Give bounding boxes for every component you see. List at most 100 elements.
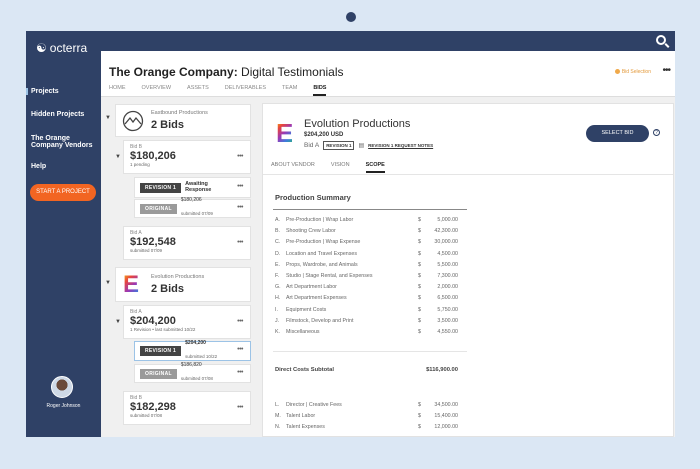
request-notes-link[interactable]: REVISION 1 REQUEST NOTES xyxy=(368,143,433,148)
app-screen: ☯ octerra Projects Hidden Projects The Or… xyxy=(26,31,675,437)
project-header: The Orange Company: Digital Testimonials… xyxy=(101,51,675,97)
line-letter: C. xyxy=(275,239,281,246)
line-item: F. Studio | Stage Rental, and Expenses $7,… xyxy=(275,273,458,279)
revision-date: submitted 07/09 xyxy=(180,211,213,216)
line-letter: I. xyxy=(275,306,278,313)
currency-symbol: $ xyxy=(418,317,421,324)
sidebar-item-vendors[interactable]: The Orange Company Vendors xyxy=(26,135,101,149)
line-letter: A. xyxy=(275,217,281,223)
line-value: 4,500.00 xyxy=(437,250,458,257)
line-value: 12,000.00 xyxy=(434,424,458,431)
avatar[interactable] xyxy=(51,376,73,398)
line-item: E. Props, Wardrobe, and Animals $5,500.00 xyxy=(275,262,458,268)
more-icon[interactable]: ••• xyxy=(662,65,670,76)
select-bid-button[interactable]: SELECT BID xyxy=(586,125,649,142)
line-value: 5,750.00 xyxy=(437,306,458,313)
revision-row[interactable]: ORIGINAL $180,206 submitted 07/09 ••• xyxy=(134,198,251,218)
line-item: J. Filmstock, Develop and Print $3,500.00 xyxy=(275,318,458,324)
tab-vision[interactable]: VISION xyxy=(331,162,350,173)
line-item: K. Miscellaneous $4,550.00 xyxy=(275,329,458,335)
line-value: 15,400.00 xyxy=(434,413,458,420)
line-name: Pre-Production | Wrap Expense xyxy=(286,239,361,246)
tab-about-vendor[interactable]: ABOUT VENDOR xyxy=(271,162,315,173)
currency-symbol: $ xyxy=(418,402,421,408)
revision-tag: REVISION 1 xyxy=(140,346,182,356)
collapse-caret-icon[interactable]: ▼ xyxy=(105,115,111,121)
help-icon[interactable]: ? xyxy=(653,129,660,136)
revision-row-selected[interactable]: REVISION 1 $204,200 submitted 10/22 ••• xyxy=(134,339,251,361)
tab-overview[interactable]: OVERVIEW xyxy=(142,85,172,96)
revision-tag: REVISION 1 xyxy=(323,141,355,150)
more-icon[interactable]: ••• xyxy=(237,404,243,411)
more-icon[interactable]: ••• xyxy=(237,346,243,353)
revision-row[interactable]: REVISION 1 Awaiting Response ••• xyxy=(134,177,251,198)
currency-symbol: $ xyxy=(418,329,421,335)
vendor-card[interactable]: E Evolution Productions 2 Bids xyxy=(115,267,251,302)
line-name: Pre-Production | Wrap Labor xyxy=(286,217,354,223)
collapse-caret-icon[interactable]: ▼ xyxy=(105,280,111,286)
bid-card[interactable]: Bid A $192,548 submitted 07/09 ••• xyxy=(123,226,251,260)
revision-row[interactable]: ORIGINAL $186,820 submitted 07/08 ••• xyxy=(134,363,251,383)
more-icon[interactable]: ••• xyxy=(237,239,243,246)
bid-meta: Bid A REVISION 1 ▤ REVISION 1 REQUEST NO… xyxy=(304,141,433,150)
revision-date: submitted 07/08 xyxy=(180,376,213,381)
currency-symbol: $ xyxy=(418,239,421,246)
line-item: A. Pre-Production | Wrap Labor $5,000.00 xyxy=(275,217,458,223)
line-name: Talent Expenses xyxy=(286,424,325,431)
section-title: Production Summary xyxy=(275,193,351,202)
collapse-caret-icon[interactable]: ▼ xyxy=(115,319,121,325)
logo: ☯ octerra xyxy=(36,41,87,55)
revision-status: Awaiting Response xyxy=(185,181,212,193)
line-name: Props, Wardrobe, and Animals xyxy=(286,261,358,268)
revision-amount: $204,200 xyxy=(185,339,206,346)
vendor-card[interactable]: Eastbound Productions 2 Bids xyxy=(115,104,251,137)
user-name: Roger Johnson xyxy=(46,403,81,409)
more-icon[interactable]: ••• xyxy=(237,318,243,325)
tab-assets[interactable]: ASSETS xyxy=(187,85,209,96)
line-letter: D. xyxy=(275,250,281,257)
vendor-title: Evolution Productions xyxy=(304,118,411,130)
bid-status: 1 pending xyxy=(130,162,150,167)
tab-bids[interactable]: BIDS xyxy=(313,85,327,96)
line-letter: N. xyxy=(275,424,281,431)
line-letter: F. xyxy=(275,273,280,279)
sidebar-item-help[interactable]: Help xyxy=(26,163,101,170)
bid-amount: $182,298 xyxy=(130,401,176,413)
more-icon[interactable]: ••• xyxy=(237,183,243,190)
start-project-button[interactable]: START A PROJECT xyxy=(30,184,96,201)
notes-icon: ▤ xyxy=(358,143,365,149)
tab-deliverables[interactable]: DELIVERABLES xyxy=(225,85,266,96)
more-icon[interactable]: ••• xyxy=(237,153,243,160)
sidebar-item-projects[interactable]: Projects xyxy=(26,88,101,95)
line-item: D. Location and Travel Expenses $4,500.00 xyxy=(275,251,458,257)
search-icon[interactable] xyxy=(656,35,666,45)
logo-text: octerra xyxy=(49,41,88,55)
line-letter: H. xyxy=(275,295,281,302)
bid-card[interactable]: Bid A $204,200 1 Revision • last submitt… xyxy=(123,305,251,339)
line-name: Studio | Stage Rental, and Expenses xyxy=(286,273,373,279)
line-value: 34,500.00 xyxy=(434,402,458,408)
mountain-logo-icon xyxy=(122,110,144,132)
collapse-caret-icon[interactable]: ▼ xyxy=(115,154,121,160)
tab-team[interactable]: TEAM xyxy=(282,85,297,96)
currency-symbol: $ xyxy=(418,217,421,223)
tab-home[interactable]: HOME xyxy=(109,85,126,96)
evolution-logo-icon: E xyxy=(276,118,294,148)
line-name: Miscellaneous xyxy=(286,329,320,335)
more-icon[interactable]: ••• xyxy=(237,369,243,376)
bid-count: 2 Bids xyxy=(151,119,185,131)
currency-symbol: $ xyxy=(418,306,421,313)
line-name: Art Department Labor xyxy=(286,284,337,291)
line-item: G. Art Department Labor $2,000.00 xyxy=(275,284,458,290)
bid-card[interactable]: Bid B $180,206 1 pending ••• xyxy=(123,140,251,174)
line-letter: E. xyxy=(275,261,281,268)
bid-card[interactable]: Bid B $182,298 submitted 07/08 ••• xyxy=(123,391,251,425)
line-letter: J. xyxy=(275,317,280,324)
bid-count: 2 Bids xyxy=(151,283,185,295)
currency-symbol: $ xyxy=(418,273,421,279)
more-icon[interactable]: ••• xyxy=(237,204,243,211)
bid-status: submitted 07/08 xyxy=(130,413,163,418)
sidebar-item-hidden-projects[interactable]: Hidden Projects xyxy=(26,111,101,118)
bid-amount: $192,548 xyxy=(130,236,176,248)
tab-scope[interactable]: SCOPE xyxy=(365,162,385,173)
